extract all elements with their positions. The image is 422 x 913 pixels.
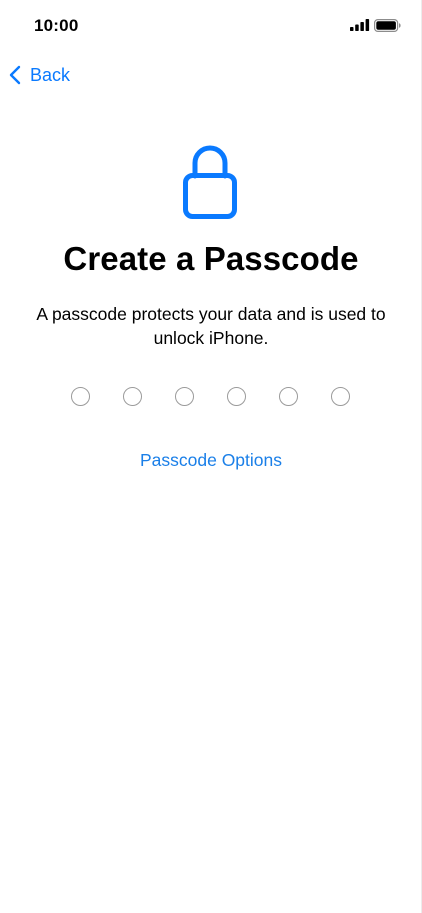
passcode-dot xyxy=(123,387,142,406)
passcode-dot xyxy=(71,387,90,406)
passcode-dot xyxy=(227,387,246,406)
passcode-screen: 10:00 Back Create a Passcode A passcode … xyxy=(0,0,422,913)
page-description: A passcode protects your data and is use… xyxy=(36,304,386,348)
lock-icon xyxy=(183,145,237,219)
battery-icon xyxy=(374,19,401,32)
page-title: Create a Passcode xyxy=(63,240,359,277)
status-time: 10:00 xyxy=(34,16,79,35)
passcode-dot xyxy=(331,387,350,406)
status-bar: 10:00 xyxy=(0,0,422,52)
back-label: Back xyxy=(30,64,71,85)
chevron-left-icon xyxy=(9,65,21,85)
passcode-dots xyxy=(0,387,422,409)
cellular-signal-icon xyxy=(350,19,370,31)
passcode-dot xyxy=(279,387,298,406)
back-button[interactable]: Back xyxy=(8,62,70,88)
passcode-options-link[interactable]: Passcode Options xyxy=(0,450,422,471)
passcode-dot xyxy=(175,387,194,406)
